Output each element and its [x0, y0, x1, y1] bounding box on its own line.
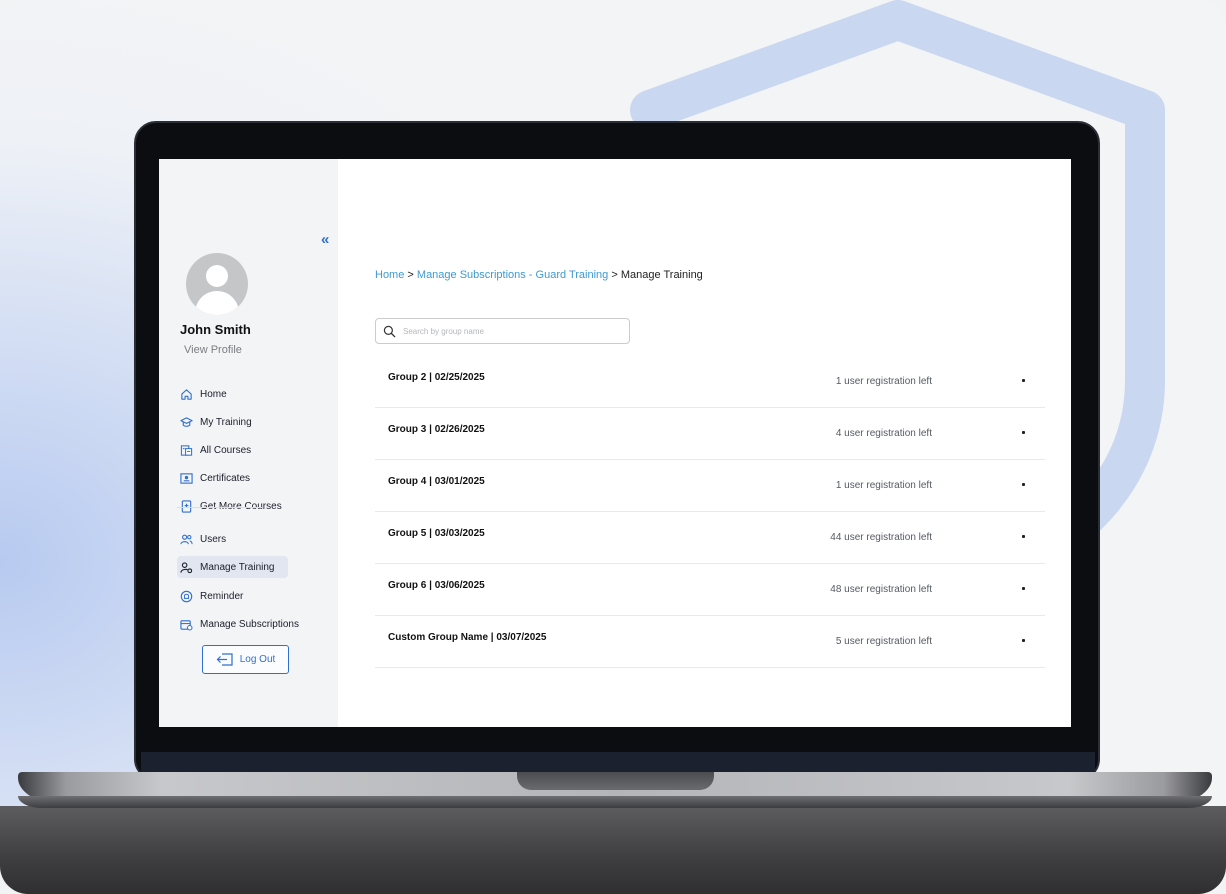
row-menu-icon[interactable] — [1022, 431, 1025, 434]
list-item[interactable]: Group 4 | 03/01/2025 1 user registration… — [375, 460, 1045, 512]
sidebar-item-certificates[interactable]: Certificates — [177, 467, 289, 489]
breadcrumb-home-link[interactable]: Home — [375, 269, 404, 281]
registrations-left: 5 user registration left — [835, 636, 932, 647]
logout-icon — [216, 653, 233, 666]
floor — [0, 806, 1226, 894]
sidebar-item-label: Reminder — [200, 590, 244, 602]
users-icon — [180, 534, 193, 544]
registrations-left: 4 user registration left — [835, 428, 932, 439]
row-menu-icon[interactable] — [1022, 535, 1025, 538]
courses-icon — [180, 444, 193, 456]
group-name: Group 5 | 03/03/2025 — [388, 528, 485, 539]
sidebar-item-get-more-courses[interactable]: Get More Courses — [177, 495, 289, 517]
app-screen: « John Smith View Profile Home My Traini… — [159, 159, 1071, 727]
certificate-icon — [180, 472, 193, 484]
nav-divider — [177, 507, 262, 508]
sidebar-item-label: Manage Training — [200, 561, 275, 573]
book-add-icon — [181, 499, 192, 513]
search-box — [375, 318, 630, 344]
sidebar-item-all-courses[interactable]: All Courses — [177, 439, 289, 461]
group-name: Group 6 | 03/06/2025 — [388, 580, 485, 591]
group-name: Group 4 | 03/01/2025 — [388, 476, 485, 487]
registrations-left: 1 user registration left — [835, 376, 932, 387]
sidebar-item-label: Home — [200, 388, 227, 400]
reminder-icon — [180, 590, 193, 602]
breadcrumb-current: Manage Training — [620, 269, 703, 281]
list-item[interactable]: Group 5 | 03/03/2025 44 user registratio… — [375, 512, 1045, 564]
view-profile-link[interactable]: View Profile — [184, 344, 242, 356]
collapse-sidebar-icon[interactable]: « — [321, 231, 329, 248]
user-gear-icon — [180, 561, 193, 573]
group-list: Group 2 | 02/25/2025 1 user registration… — [375, 356, 1045, 668]
breadcrumb-subscriptions-link[interactable]: Manage Subscriptions - Guard Training — [417, 269, 608, 281]
sidebar-item-label: Get More Courses — [200, 500, 282, 512]
logout-label: Log Out — [239, 654, 276, 665]
list-item[interactable]: Group 2 | 02/25/2025 1 user registration… — [375, 356, 1045, 408]
sidebar-item-users[interactable]: Users — [177, 528, 289, 550]
row-menu-icon[interactable] — [1022, 639, 1025, 642]
sidebar-item-manage-training[interactable]: Manage Training — [177, 556, 288, 578]
laptop-chin — [141, 752, 1095, 774]
user-name: John Smith — [180, 322, 251, 337]
sidebar-item-label: Users — [200, 533, 227, 545]
sidebar-item-label: All Courses — [200, 444, 252, 456]
search-icon — [383, 325, 396, 338]
graduation-cap-icon — [180, 416, 193, 427]
row-menu-icon[interactable] — [1022, 379, 1025, 382]
group-name: Custom Group Name | 03/07/2025 — [388, 632, 547, 643]
row-menu-icon[interactable] — [1022, 483, 1025, 486]
sidebar-item-label: Manage Subscriptions — [200, 618, 299, 630]
avatar[interactable] — [186, 253, 248, 315]
breadcrumb-separator: > — [407, 269, 414, 281]
sidebar-item-reminder[interactable]: Reminder — [177, 585, 289, 607]
registrations-left: 48 user registration left — [830, 584, 932, 595]
registrations-left: 1 user registration left — [835, 480, 932, 491]
sidebar-item-label: My Training — [200, 416, 252, 428]
registrations-left: 44 user registration left — [830, 532, 932, 543]
sidebar-item-my-training[interactable]: My Training — [177, 411, 289, 433]
row-menu-icon[interactable] — [1022, 587, 1025, 590]
sidebar-item-manage-subscriptions[interactable]: Manage Subscriptions — [177, 613, 299, 635]
list-item[interactable]: Group 6 | 03/06/2025 48 user registratio… — [375, 564, 1045, 616]
logout-button[interactable]: Log Out — [202, 645, 289, 674]
laptop-notch — [517, 772, 714, 790]
list-item[interactable]: Group 3 | 02/26/2025 4 user registration… — [375, 408, 1045, 460]
list-item[interactable]: Custom Group Name | 03/07/2025 5 user re… — [375, 616, 1045, 668]
sidebar-item-label: Certificates — [200, 472, 251, 484]
subscriptions-icon — [180, 619, 193, 630]
group-name: Group 2 | 02/25/2025 — [388, 372, 485, 383]
breadcrumb-separator: > — [611, 269, 618, 281]
sidebar: « John Smith View Profile Home My Traini… — [159, 159, 338, 727]
group-name: Group 3 | 02/26/2025 — [388, 424, 485, 435]
search-input[interactable] — [403, 326, 613, 336]
sidebar-item-home[interactable]: Home — [177, 383, 289, 405]
breadcrumb: Home > Manage Subscriptions - Guard Trai… — [375, 269, 703, 281]
home-icon — [181, 388, 192, 400]
